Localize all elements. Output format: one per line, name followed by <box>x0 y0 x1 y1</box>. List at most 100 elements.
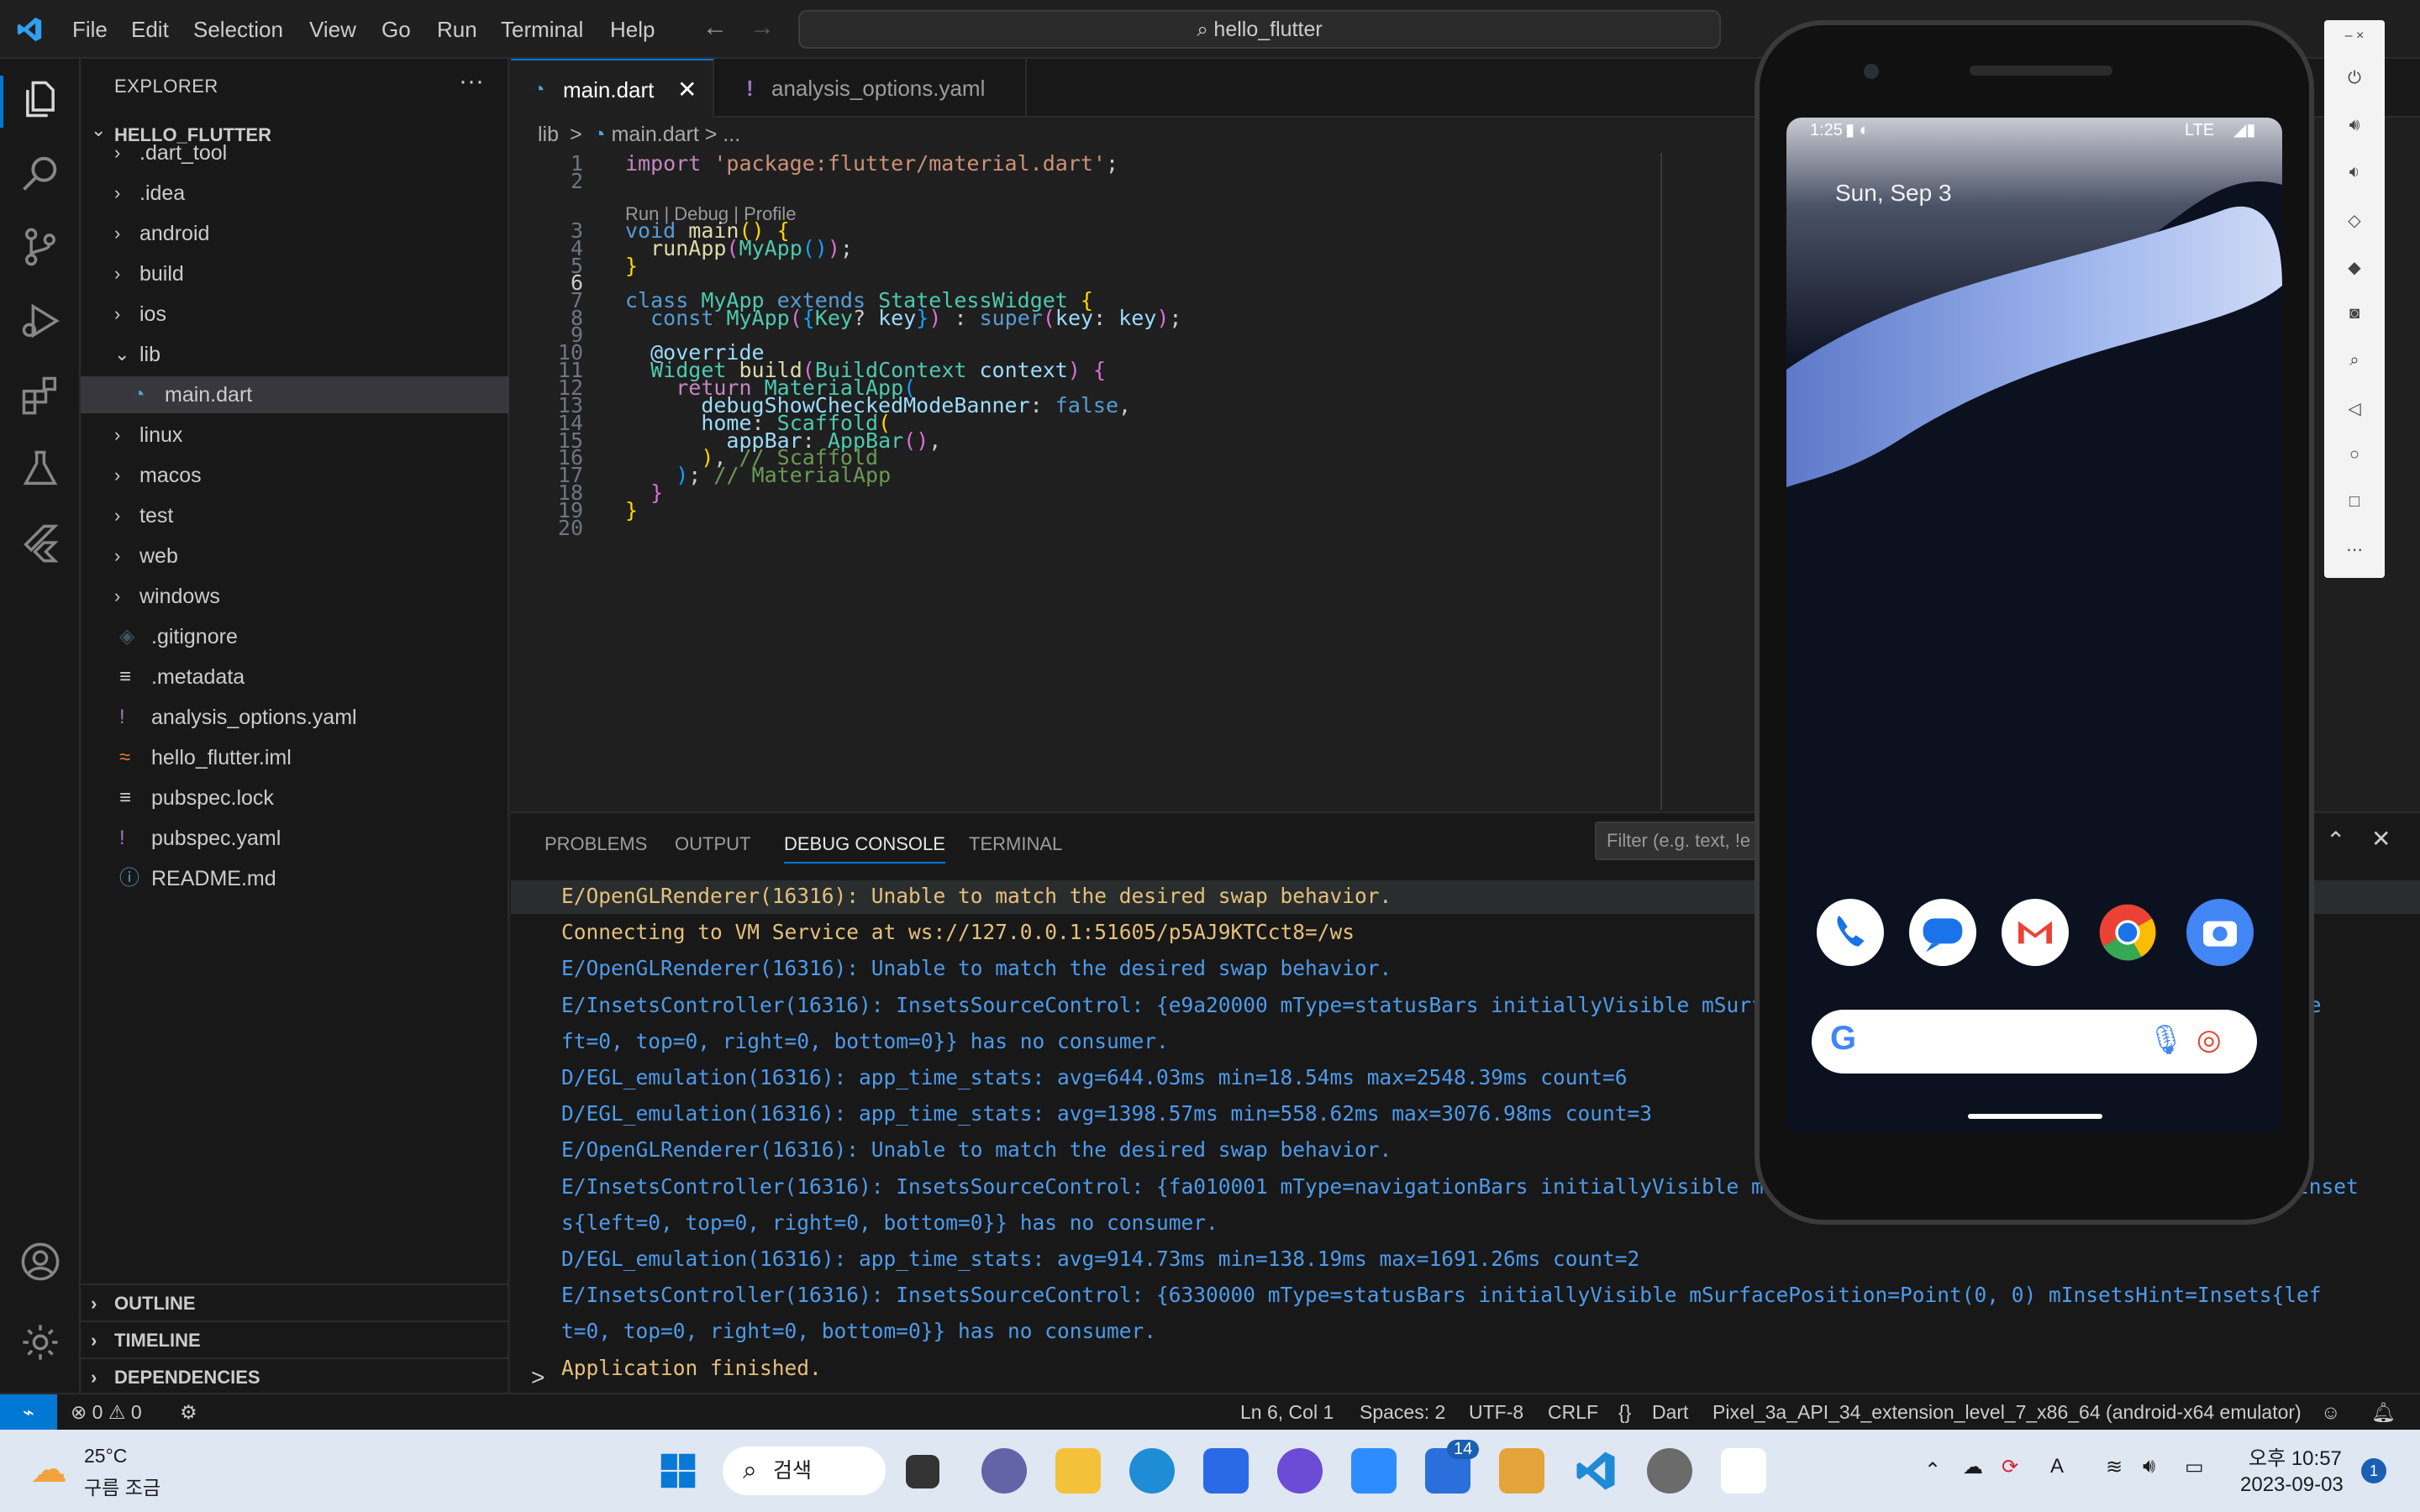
notification-count-badge[interactable]: 1 <box>2361 1458 2386 1483</box>
tray-time[interactable]: 오후 10:57 <box>2249 1441 2342 1471</box>
onedrive-icon[interactable]: ☁ <box>1963 1455 1983 1479</box>
taskbar-search-box[interactable]: ⌕ 검색 <box>723 1446 886 1495</box>
menu-go[interactable]: Go <box>381 0 411 59</box>
volume-icon[interactable]: 🔊︎ <box>2143 1455 2155 1478</box>
tree-item[interactable]: › linux <box>81 417 509 454</box>
edge-browser-icon[interactable] <box>1129 1448 1175 1494</box>
menu-help[interactable]: Help <box>610 0 655 59</box>
tree-item[interactable]: ◔ main.dart <box>81 376 509 413</box>
forward-arrow-icon[interactable]: → <box>750 13 775 42</box>
power-icon[interactable]: ⏻ <box>2324 69 2385 88</box>
maximize-panel-icon[interactable]: ⌃ <box>2326 827 2345 854</box>
overview-icon[interactable]: □ <box>2324 492 2385 512</box>
voice-search-icon[interactable]: 🎙︎ <box>2148 1023 2184 1057</box>
extensions-icon[interactable] <box>18 373 62 417</box>
tree-item[interactable]: › web <box>81 538 509 575</box>
tree-item[interactable]: › android <box>81 215 509 252</box>
section-dependencies[interactable]: › DEPENDENCIES <box>81 1357 509 1394</box>
run-debug-icon[interactable] <box>18 299 62 343</box>
windows-start-icon[interactable] <box>655 1448 701 1494</box>
tree-item[interactable]: ⓘ README.md <box>81 860 509 897</box>
debug-console-filter-input[interactable]: Filter (e.g. text, !e <box>1595 822 1763 860</box>
menu-edit[interactable]: Edit <box>131 0 169 59</box>
power-automate-icon[interactable] <box>1277 1448 1323 1494</box>
phone-date-widget[interactable]: Sun, Sep 3 <box>1835 180 1952 207</box>
tree-item[interactable]: › ios <box>81 296 509 333</box>
menu-run[interactable]: Run <box>437 0 477 59</box>
tray-overflow-icon[interactable]: ⌃ <box>1924 1458 1941 1483</box>
more-icon[interactable]: ⋯ <box>2324 539 2385 560</box>
phone-gmail-icon[interactable] <box>2002 899 2069 966</box>
section-outline[interactable]: › OUTLINE <box>81 1284 509 1320</box>
menu-terminal[interactable]: Terminal <box>501 0 583 59</box>
screenshot-icon[interactable]: ◙ <box>2324 304 2385 323</box>
feedback-icon[interactable]: ☺ <box>2321 1394 2340 1430</box>
language-mode[interactable]: Dart <box>1652 1394 1688 1430</box>
zoom-app-icon[interactable] <box>1351 1448 1397 1494</box>
rotate-right-icon[interactable]: ◆ <box>2324 257 2385 278</box>
source-control-icon[interactable] <box>18 225 62 269</box>
close-panel-icon[interactable]: ✕ <box>2371 825 2391 853</box>
phone-chrome-icon[interactable] <box>2094 899 2161 966</box>
explorer-icon[interactable] <box>18 77 62 121</box>
menu-view[interactable]: View <box>309 0 356 59</box>
remote-indicator-icon[interactable]: ⌁ <box>0 1394 57 1430</box>
mail-icon[interactable]: 14 <box>1425 1440 1480 1494</box>
flutter-icon[interactable] <box>18 521 62 564</box>
search-icon[interactable] <box>18 151 62 195</box>
tree-item[interactable]: ≡ .metadata <box>81 659 509 696</box>
tab-output[interactable]: OUTPUT <box>675 833 750 855</box>
tree-item[interactable]: ! analysis_options.yaml <box>81 699 509 736</box>
tree-item[interactable]: › .idea <box>81 175 509 212</box>
more-actions-icon[interactable]: ··· <box>459 67 484 96</box>
settings-taskbar-icon[interactable] <box>1647 1448 1692 1494</box>
zoom-icon[interactable]: ⌕ <box>2324 351 2385 370</box>
emulator-minimize-close[interactable]: – × <box>2324 29 2385 44</box>
menu-selection[interactable]: Selection <box>193 0 283 59</box>
tree-item[interactable]: › .dart_tool <box>81 134 509 171</box>
menu-file[interactable]: File <box>72 0 108 59</box>
tree-item[interactable]: ≈ hello_flutter.iml <box>81 739 509 776</box>
cursor-position[interactable]: Ln 6, Col 1 <box>1240 1394 1334 1430</box>
tree-item[interactable]: ! pubspec.yaml <box>81 820 509 857</box>
home-icon[interactable]: ○ <box>2324 445 2385 465</box>
store-icon[interactable] <box>1203 1448 1249 1494</box>
back-arrow-icon[interactable]: ← <box>702 13 728 42</box>
phone-screen[interactable]: 1:25 ▮ ◐ LTE ◢▮ Sun, Sep 3 G 🎙︎ ◎ <box>1786 118 2282 1132</box>
tab-terminal[interactable]: TERMINAL <box>969 833 1062 855</box>
console-prompt[interactable]: > <box>531 1364 544 1391</box>
settings-gear-icon[interactable] <box>18 1320 62 1364</box>
tab-analysis-options[interactable]: ! analysis_options.yaml <box>716 59 1027 118</box>
volume-down-icon[interactable]: 🔉︎ <box>2324 163 2385 182</box>
flutter-device[interactable]: Pixel_3a_API_34_extension_level_7_x86_64… <box>1712 1394 2302 1430</box>
volume-up-icon[interactable]: 🔊︎ <box>2324 116 2385 135</box>
code-editor[interactable]: 1 2 3 4 5 6 7 8 9 10 11 12 13 14 15 16 17 18 19 20 import '… <box>511 151 1751 811</box>
tab-debug-console[interactable]: DEBUG CONSOLE <box>784 833 945 864</box>
weather-temp[interactable]: 25°C <box>84 1445 127 1467</box>
teams-chat-icon[interactable] <box>981 1448 1027 1494</box>
debug-icon[interactable]: ⚙ <box>180 1394 197 1430</box>
phone-dialer-icon[interactable] <box>1817 899 1884 966</box>
back-icon[interactable]: ◁ <box>2324 398 2385 419</box>
phone-camera-icon[interactable] <box>2186 899 2254 966</box>
file-explorer-icon[interactable] <box>1055 1448 1101 1494</box>
tree-item[interactable]: › windows <box>81 578 509 615</box>
section-timeline[interactable]: › TIMELINE <box>81 1320 509 1357</box>
close-icon[interactable]: ✕ <box>677 60 697 119</box>
tab-problems[interactable]: PROBLEMS <box>544 833 647 855</box>
breadcrumb-file[interactable]: main.dart <box>612 123 699 146</box>
testing-icon[interactable] <box>18 447 62 491</box>
weather-icon[interactable]: ☁︎ <box>30 1448 67 1491</box>
command-center-search[interactable]: ⌕ hello_flutter <box>798 10 1721 49</box>
battery-icon[interactable]: ▭ <box>2185 1455 2204 1479</box>
tree-item[interactable]: ≡ pubspec.lock <box>81 780 509 816</box>
task-view-icon[interactable] <box>906 1455 939 1488</box>
ime-icon[interactable]: A <box>2050 1455 2064 1478</box>
end-of-line[interactable]: CRLF <box>1548 1394 1598 1430</box>
tray-date[interactable]: 2023-09-03 <box>2240 1473 2344 1497</box>
google-lens-icon[interactable]: ◎ <box>2196 1023 2222 1057</box>
wifi-icon[interactable]: ≋ <box>2106 1455 2123 1479</box>
rotate-left-icon[interactable]: ◇ <box>2324 210 2385 231</box>
tree-item[interactable]: › test <box>81 497 509 534</box>
account-icon[interactable] <box>18 1240 62 1284</box>
